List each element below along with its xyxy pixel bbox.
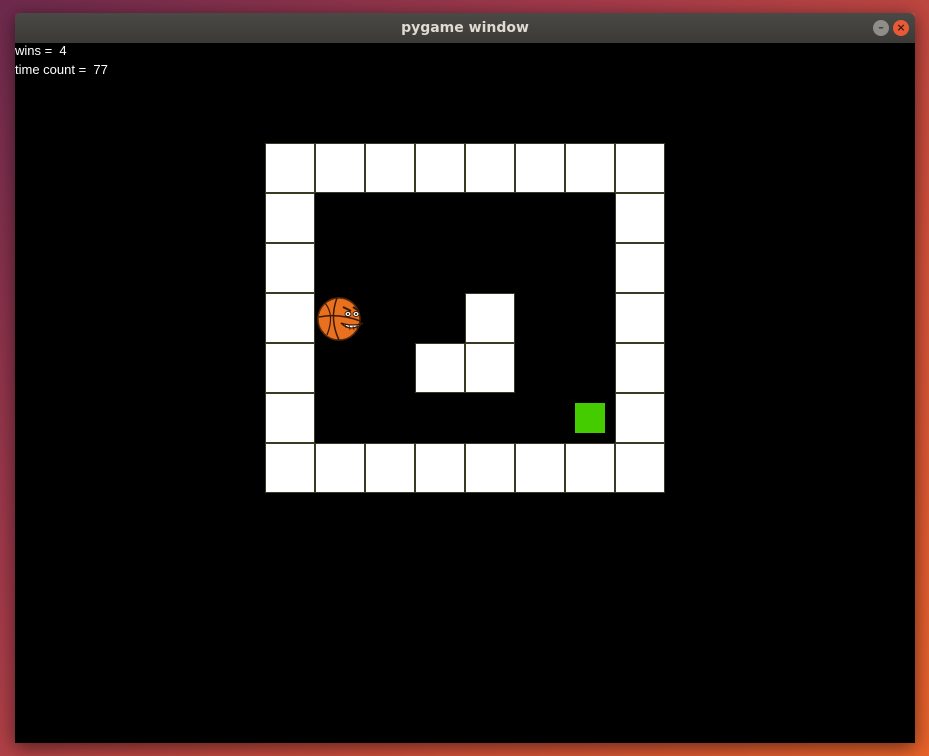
wall-tile — [515, 443, 565, 493]
wall-tile — [265, 393, 315, 443]
wall-tile — [465, 443, 515, 493]
wall-tile — [265, 193, 315, 243]
wall-tile — [515, 143, 565, 193]
wall-tile — [615, 343, 665, 393]
minimize-button[interactable]: – — [873, 20, 889, 36]
wall-tile — [465, 343, 515, 393]
time-counter: time count = 77 — [15, 62, 108, 77]
wall-tile — [265, 343, 315, 393]
wall-tile — [415, 443, 465, 493]
wall-tile — [615, 193, 665, 243]
wall-tile — [265, 143, 315, 193]
wall-tile — [465, 143, 515, 193]
wall-tile — [265, 243, 315, 293]
pygame-window: pygame window – × wins = 4 time count = … — [15, 13, 915, 743]
wall-tile — [565, 443, 615, 493]
angry-basketball-icon — [317, 295, 365, 343]
wall-tile — [615, 393, 665, 443]
window-titlebar[interactable]: pygame window – × — [15, 13, 915, 43]
wall-tile — [615, 143, 665, 193]
wall-tile — [565, 143, 615, 193]
desktop-background: pygame window – × wins = 4 time count = … — [0, 0, 929, 756]
window-title: pygame window — [401, 20, 529, 36]
wall-tile — [315, 443, 365, 493]
wall-tile — [365, 143, 415, 193]
wall-tile — [415, 343, 465, 393]
wall-tile — [615, 243, 665, 293]
wall-tile — [615, 443, 665, 493]
close-button[interactable]: × — [893, 20, 909, 36]
wall-tile — [315, 143, 365, 193]
wall-tile — [465, 293, 515, 343]
wins-counter: wins = 4 — [15, 43, 67, 58]
wall-tile — [365, 443, 415, 493]
wall-tile — [415, 143, 465, 193]
wall-tile — [615, 293, 665, 343]
wall-tile — [265, 443, 315, 493]
goal-tile — [575, 403, 605, 433]
wall-tile — [265, 293, 315, 343]
game-canvas[interactable]: wins = 4 time count = 77 — [15, 43, 915, 743]
